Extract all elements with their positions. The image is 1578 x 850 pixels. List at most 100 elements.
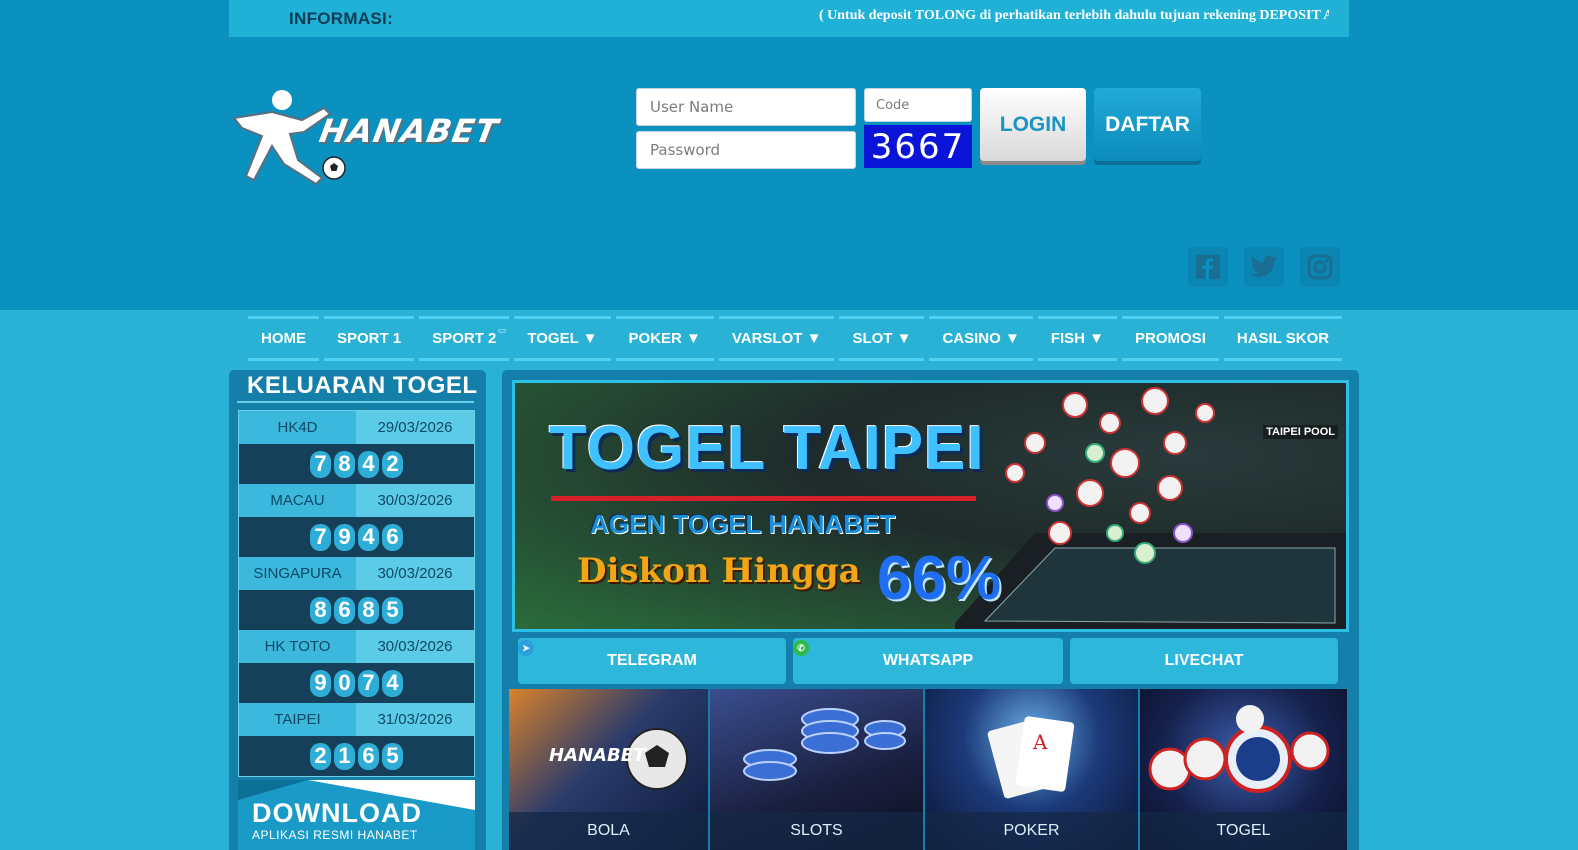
result-digit: 4 (382, 669, 403, 697)
banner-discount: Diskon Hingga (577, 551, 861, 591)
sidebar-divider (237, 401, 474, 403)
result-market: HK TOTO (239, 630, 356, 663)
result-digit: 4 (358, 450, 379, 478)
result-digit: 6 (382, 523, 403, 551)
whatsapp-label: WHATSAPP (882, 652, 974, 669)
whatsapp-icon: ✆ (793, 640, 809, 656)
result-digit: 2 (382, 450, 403, 478)
game-tile-slots[interactable]: SLOTS (710, 689, 923, 850)
captcha-code-input[interactable]: Code (864, 88, 972, 122)
svg-text:A: A (1032, 730, 1048, 754)
twitter-icon (1250, 255, 1277, 277)
nav-home[interactable]: HOME (248, 316, 319, 361)
main-content: TOGEL TAIPEI AGEN TOGEL HANABET Diskon H… (502, 370, 1359, 850)
livechat-label: LIVECHAT (1164, 652, 1244, 669)
site-logo[interactable]: HANABET (232, 80, 502, 195)
nav-promosi[interactable]: PROMOSI (1122, 316, 1219, 361)
nav-togel[interactable]: TOGEL ▼ (514, 316, 611, 361)
instagram-icon (1307, 254, 1333, 280)
bingo-balls-icon (1148, 705, 1330, 793)
telegram-icon: ➤ (518, 640, 534, 656)
login-button[interactable]: LOGIN (980, 88, 1086, 161)
new-badge-icon: ▭ (497, 325, 507, 335)
result-digit: 8 (310, 596, 331, 624)
result-digit: 9 (334, 523, 355, 551)
nav-fish[interactable]: FISH ▼ (1037, 316, 1118, 361)
game-label: SLOTS (710, 812, 923, 850)
facebook-link[interactable] (1188, 247, 1228, 287)
result-digit: 7 (310, 450, 331, 478)
twitter-link[interactable] (1244, 247, 1284, 287)
togel-results-panel: KELUARAN TOGEL HK4D 29/03/2026 7842 MACAU… (229, 370, 486, 850)
nav-slot[interactable]: SLOT ▼ (839, 316, 925, 361)
result-digit: 7 (310, 523, 331, 551)
game-tile-poker[interactable]: A POKER (925, 689, 1138, 850)
result-date: 30/03/2026 (356, 630, 474, 663)
game-label: POKER (925, 812, 1138, 850)
download-title: DOWNLOAD (252, 798, 422, 828)
brand-name: HANABET (316, 112, 502, 150)
result-digit: 2 (310, 742, 331, 770)
result-row-hk-toto: HK TOTO 30/03/2026 9074 (239, 630, 474, 703)
result-row-singapura: SINGAPURA 30/03/2026 8685 (239, 557, 474, 630)
nav-sport-2[interactable]: SPORT 2 ▭ (419, 316, 510, 361)
result-date: 29/03/2026 (356, 411, 474, 444)
nav-sport-2-label: SPORT 2 (432, 330, 497, 347)
result-date: 30/03/2026 (356, 557, 474, 590)
username-input[interactable]: User Name (636, 88, 856, 126)
soccer-ball-icon: HANABET (549, 728, 688, 790)
result-digit: 9 (310, 669, 331, 697)
instagram-link[interactable] (1300, 247, 1340, 287)
result-digit: 5 (382, 742, 403, 770)
results-table: HK4D 29/03/2026 7842 MACAU 30/03/2026 7946… (238, 410, 475, 777)
telegram-button[interactable]: ➤ TELEGRAM (518, 638, 786, 684)
sidebar-title: KELUARAN TOGEL (247, 372, 478, 399)
result-digit: 6 (334, 596, 355, 624)
banner-subtitle: AGEN TOGEL HANABET (590, 509, 896, 539)
whatsapp-button[interactable]: ✆ WHATSAPP (793, 638, 1063, 684)
promo-banner[interactable]: TOGEL TAIPEI AGEN TOGEL HANABET Diskon H… (512, 380, 1349, 632)
register-button[interactable]: DAFTAR (1094, 88, 1201, 161)
result-market: TAIPEI (239, 703, 356, 736)
livechat-button[interactable]: LIVECHAT (1070, 638, 1338, 684)
nav-varslot[interactable]: VARSLOT ▼ (718, 316, 835, 361)
download-subtitle: APLIKASI RESMI HANABET (252, 828, 418, 842)
info-bar: INFORMASI: ( Untuk deposit TOLONG di per… (229, 0, 1349, 37)
result-market: MACAU (239, 484, 356, 517)
result-date: 30/03/2026 (356, 484, 474, 517)
game-label: TOGEL (1140, 812, 1347, 850)
password-input[interactable]: Password (636, 131, 856, 169)
result-row-hk4d: HK4D 29/03/2026 7842 (239, 411, 474, 484)
playing-cards-icon: A (987, 716, 1075, 799)
download-app-banner[interactable]: DOWNLOAD APLIKASI RESMI HANABET (238, 780, 475, 850)
game-label: BOLA (509, 812, 708, 850)
result-market: SINGAPURA (239, 557, 356, 590)
telegram-label: TELEGRAM (607, 652, 697, 669)
result-row-taipei: TAIPEI 31/03/2026 2165 (239, 703, 474, 776)
captcha-image: 3667 (864, 125, 972, 168)
game-tile-togel[interactable]: TOGEL (1140, 689, 1347, 850)
banner-title: TOGEL TAIPEI (549, 414, 985, 483)
nav-poker[interactable]: POKER ▼ (615, 316, 714, 361)
result-row-macau: MACAU 30/03/2026 7946 (239, 484, 474, 557)
soccer-ball-icon (322, 156, 346, 180)
banner-percent: 66% (877, 544, 1002, 613)
game-tile-bola[interactable]: HANABET BOLA (509, 689, 708, 850)
banner-underline (551, 496, 976, 501)
nav-hasil-skor[interactable]: HASIL SKOR (1223, 316, 1343, 361)
result-digit: 7 (358, 669, 379, 697)
tile-brand: HANABET (549, 745, 647, 766)
taipei-pool-logo: TAIPEI POOL (1263, 425, 1338, 439)
result-digit: 5 (382, 596, 403, 624)
result-digit: 8 (358, 596, 379, 624)
result-digit: 1 (334, 742, 355, 770)
casino-chips-icon (743, 708, 906, 781)
result-digit: 0 (334, 669, 355, 697)
result-date: 31/03/2026 (356, 703, 474, 736)
nav-casino[interactable]: CASINO ▼ (929, 316, 1033, 361)
info-marquee: ( Untuk deposit TOLONG di perhatikan ter… (819, 8, 1329, 23)
nav-sport-1[interactable]: SPORT 1 (324, 316, 415, 361)
result-digit: 8 (334, 450, 355, 478)
result-market: HK4D (239, 411, 356, 444)
main-nav: HOME SPORT 1 SPORT 2 ▭ TOGEL ▼ POKER ▼ VA… (248, 316, 1347, 361)
